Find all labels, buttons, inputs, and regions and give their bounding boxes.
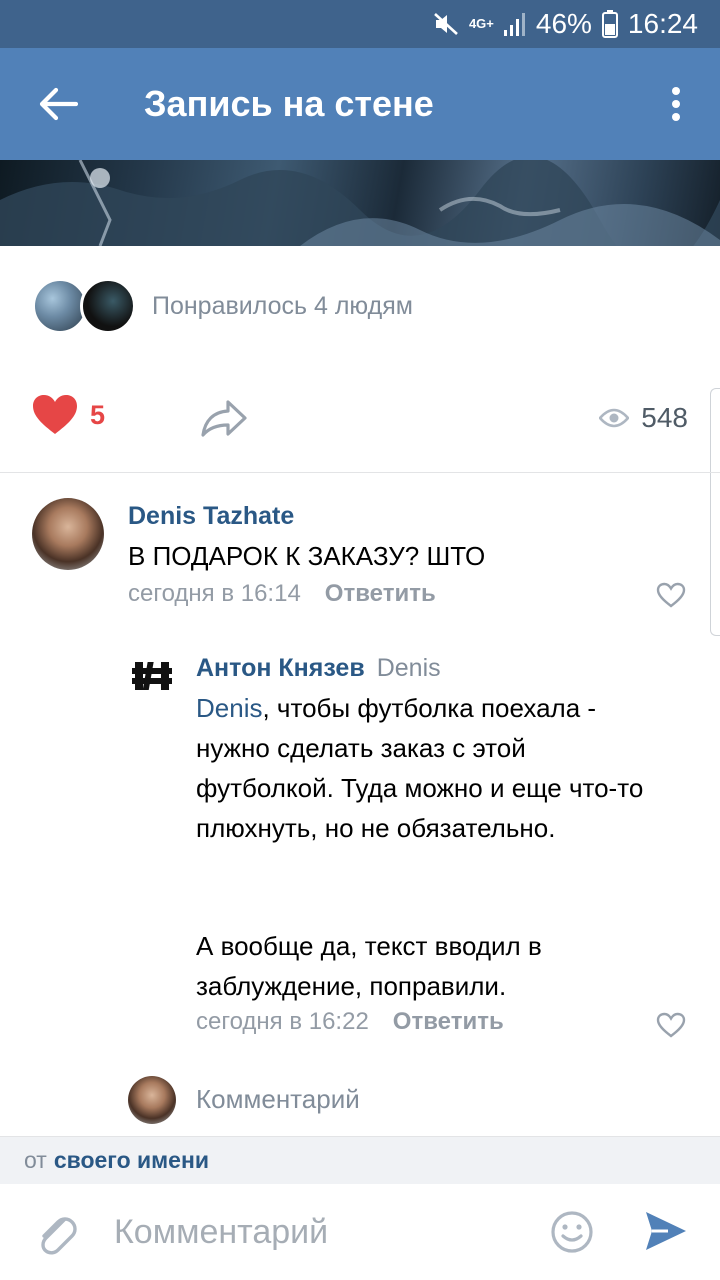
reply-button[interactable]: Ответить bbox=[325, 580, 436, 608]
comment-like-button[interactable] bbox=[656, 582, 686, 613]
post-image[interactable] bbox=[0, 160, 720, 246]
likes-summary-text: Понравилось 4 людям bbox=[152, 291, 413, 320]
post-as-name[interactable]: своего имени bbox=[54, 1147, 209, 1174]
comment-author[interactable]: Антон Князев bbox=[196, 654, 365, 682]
heart-icon bbox=[33, 395, 77, 434]
comment-text-paragraph: А вообще да, текст вводил в заблуждение,… bbox=[196, 931, 542, 1001]
inline-comment-prompt[interactable]: Комментарий bbox=[196, 1084, 360, 1115]
post-image-art bbox=[0, 160, 720, 246]
network-label: 4G+ bbox=[468, 16, 494, 31]
brand-logo-icon bbox=[132, 662, 172, 690]
back-button[interactable] bbox=[28, 74, 88, 134]
like-button[interactable]: 5 bbox=[32, 394, 105, 436]
comment-composer: Комментарий bbox=[0, 1184, 720, 1280]
eye-icon bbox=[599, 408, 630, 428]
more-button[interactable] bbox=[650, 74, 702, 134]
liker-avatar bbox=[80, 278, 136, 334]
avatar bbox=[32, 498, 104, 570]
clock: 16:24 bbox=[627, 8, 698, 39]
comment-author-line: Антон Князев Denis bbox=[196, 654, 441, 683]
likes-summary[interactable]: Понравилось 4 людям bbox=[32, 276, 413, 336]
post-actions: 5 548 bbox=[0, 386, 720, 450]
page-title: Запись на стене bbox=[144, 83, 434, 124]
comment-meta: сегодня в 16:22 Ответить bbox=[196, 1008, 504, 1036]
app-bar: Запись на стене bbox=[0, 48, 720, 160]
current-user-avatar bbox=[128, 1076, 176, 1124]
share-button[interactable] bbox=[196, 394, 252, 442]
mention-link[interactable]: Denis bbox=[196, 693, 262, 723]
emoji-button[interactable] bbox=[550, 1210, 594, 1259]
signal-icon bbox=[503, 12, 526, 36]
post-as-prefix: от bbox=[24, 1147, 47, 1173]
reply-button[interactable]: Ответить bbox=[393, 1008, 504, 1036]
send-icon bbox=[646, 1212, 686, 1250]
divider bbox=[0, 472, 720, 473]
views-count: 548 bbox=[641, 402, 688, 433]
heart-outline-icon bbox=[656, 582, 686, 608]
comment-text-body: , чтобы футболка поехала - нужно сделать… bbox=[196, 693, 644, 843]
send-button[interactable] bbox=[644, 1210, 688, 1257]
like-count: 5 bbox=[90, 399, 106, 430]
comment-text: В ПОДАРОК К ЗАКАЗУ? ШТО bbox=[128, 541, 486, 571]
community-avatar[interactable] bbox=[132, 660, 172, 697]
comment-author[interactable]: Denis Tazhate bbox=[128, 502, 294, 531]
avatar bbox=[128, 1076, 176, 1124]
back-arrow-icon bbox=[39, 87, 78, 121]
heart-outline-icon bbox=[656, 1012, 686, 1038]
mute-icon bbox=[433, 11, 459, 37]
attach-button[interactable] bbox=[34, 1208, 78, 1261]
comment-avatar[interactable] bbox=[32, 498, 104, 570]
comment-text: Denis, чтобы футболка поехала - нужно сд… bbox=[196, 688, 656, 848]
status-bar: 4G+ 46% 16:24 bbox=[0, 0, 720, 48]
share-icon bbox=[201, 400, 247, 437]
views-counter: 548 bbox=[599, 394, 688, 442]
comment-input[interactable]: Комментарий bbox=[114, 1208, 328, 1256]
reply-to-name[interactable]: Denis bbox=[377, 654, 441, 682]
more-vertical-icon bbox=[672, 87, 680, 121]
battery-percent: 46% bbox=[535, 8, 592, 39]
status-icons: 4G+ 46% 16:24 bbox=[433, 0, 698, 48]
comment-time: сегодня в 16:14 bbox=[128, 580, 301, 607]
scrollbar[interactable] bbox=[710, 388, 720, 636]
smile-icon bbox=[551, 1211, 593, 1253]
comment-like-button[interactable] bbox=[656, 1012, 686, 1043]
comment-time: сегодня в 16:22 bbox=[196, 1008, 369, 1035]
battery-icon bbox=[601, 10, 618, 38]
post-as-bar[interactable]: от своего имени bbox=[0, 1136, 720, 1184]
attach-icon bbox=[41, 1217, 77, 1255]
comment-meta: сегодня в 16:14 Ответить bbox=[128, 580, 436, 608]
